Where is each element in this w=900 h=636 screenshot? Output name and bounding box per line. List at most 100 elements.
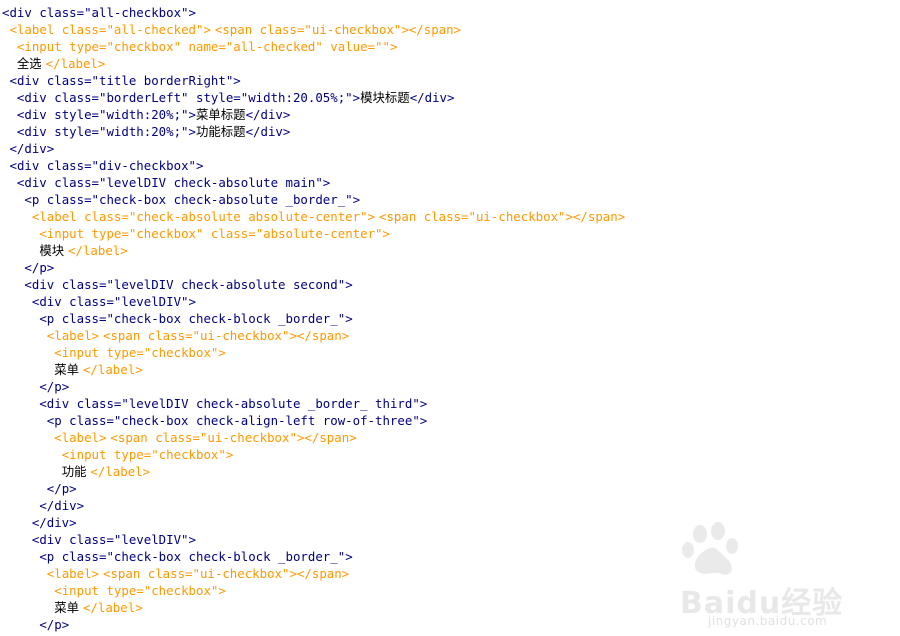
code-punctuation: < <box>24 192 32 207</box>
code-string: "checkbox" <box>143 345 219 360</box>
code-punctuation: > <box>225 447 234 462</box>
code-tag-name: div <box>54 498 77 513</box>
code-punctuation: </ <box>9 141 25 156</box>
code-line: 全选 </label> <box>2 55 625 72</box>
code-punctuation: > <box>61 379 70 394</box>
code-punctuation: </ <box>39 379 55 394</box>
code-tag-name: label <box>60 56 98 71</box>
code-tag-name: label <box>54 566 92 581</box>
code-line: <input type="checkbox"> <box>2 446 625 463</box>
code-punctuation: > <box>233 73 241 88</box>
code-attribute: value= <box>322 39 376 54</box>
watermark: Baidu经验 jingyan.baidu.com <box>680 522 860 628</box>
code-punctuation: > <box>389 39 398 54</box>
code-punctuation: </ <box>245 124 261 139</box>
code-tag-name: input <box>69 447 107 462</box>
code-punctuation: ></ <box>401 22 424 37</box>
code-attribute: style= <box>188 90 241 105</box>
code-punctuation: > <box>188 124 196 139</box>
code-attribute: class= <box>416 209 469 224</box>
code-attribute: class= <box>46 90 99 105</box>
code-line: </p> <box>2 616 625 633</box>
code-attribute: class= <box>61 294 114 309</box>
code-punctuation: > <box>345 549 353 564</box>
code-attribute: type= <box>106 447 152 462</box>
code-line: <div class="levelDIV check-absolute _bor… <box>2 395 625 412</box>
code-tag-name: div <box>9 5 32 20</box>
code-line: <input type="checkbox"> <box>2 582 625 599</box>
code-listing: <div class="all-checkbox"> <label class=… <box>2 4 625 633</box>
code-tag-name: label <box>97 600 136 615</box>
code-string: "width:20.05%;" <box>240 90 353 105</box>
code-punctuation: < <box>39 396 47 411</box>
code-string: "levelDIV check-absolute _border_ third" <box>121 396 420 411</box>
code-tag-name: div <box>24 90 47 105</box>
code-line: 模块 </label> <box>2 242 625 259</box>
code-punctuation: > <box>46 260 55 275</box>
code-punctuation: </ <box>31 515 47 530</box>
code-tag-name: span <box>110 566 141 581</box>
code-punctuation: > <box>188 5 196 20</box>
code-text: 菜单 <box>54 600 83 615</box>
code-tag-name: input <box>61 345 99 360</box>
code-text: 菜单 <box>54 362 83 377</box>
code-tag-name: span <box>423 22 454 37</box>
code-punctuation: > <box>91 328 100 343</box>
code-attribute: class= <box>46 175 99 190</box>
code-punctuation: > <box>76 498 85 513</box>
code-string: "levelDIV check-absolute main" <box>99 175 323 190</box>
code-string: "width:20%;" <box>99 124 189 139</box>
code-attribute: class= <box>54 549 107 564</box>
code-line: <p class="check-box check-absolute _bord… <box>2 191 625 208</box>
code-punctuation: < <box>39 549 47 564</box>
code-attribute: class= <box>61 413 114 428</box>
code-attribute: type= <box>99 345 144 360</box>
code-string: "all-checked" <box>106 22 204 37</box>
code-line: <div class="borderLeft" style="width:20.… <box>2 89 625 106</box>
code-tag-name: span <box>311 328 342 343</box>
code-punctuation: > <box>367 209 376 224</box>
code-text: 功能 <box>61 464 91 479</box>
code-tag-name: div <box>39 532 62 547</box>
code-attribute: name= <box>181 39 226 54</box>
code-punctuation: > <box>352 192 361 207</box>
code-text: 模块 <box>39 243 69 258</box>
code-punctuation: ></ <box>296 430 320 445</box>
code-line: 菜单 </label> <box>2 361 625 378</box>
code-string: "" <box>375 39 390 54</box>
code-attribute: class= <box>252 22 305 37</box>
code-punctuation: > <box>135 362 143 377</box>
code-line: <input type="checkbox" class="absolute-c… <box>2 225 625 242</box>
code-punctuation: < <box>54 430 62 445</box>
code-punctuation: > <box>120 243 128 258</box>
code-line: <label> <span class="ui-checkbox"></span… <box>2 565 625 582</box>
code-attribute: class= <box>31 5 85 20</box>
code-line: </div> <box>2 514 625 531</box>
code-tag-name: div <box>31 277 55 292</box>
code-punctuation: > <box>382 226 390 241</box>
code-punctuation: ></ <box>565 209 588 224</box>
code-attribute: class= <box>140 566 193 581</box>
code-punctuation: > <box>352 90 361 105</box>
code-string: "levelDIV" <box>113 294 189 309</box>
code-line: <div class="levelDIV check-absolute main… <box>2 174 625 191</box>
code-tag-name: label <box>97 362 136 377</box>
code-string: "checkbox" <box>151 447 226 462</box>
code-tag-name: span <box>587 209 618 224</box>
code-string: "borderLeft" <box>99 90 189 105</box>
code-line: </p> <box>2 378 625 395</box>
code-punctuation: < <box>39 226 47 241</box>
watermark-url: jingyan.baidu.com <box>708 614 828 628</box>
code-punctuation: > <box>61 617 70 632</box>
